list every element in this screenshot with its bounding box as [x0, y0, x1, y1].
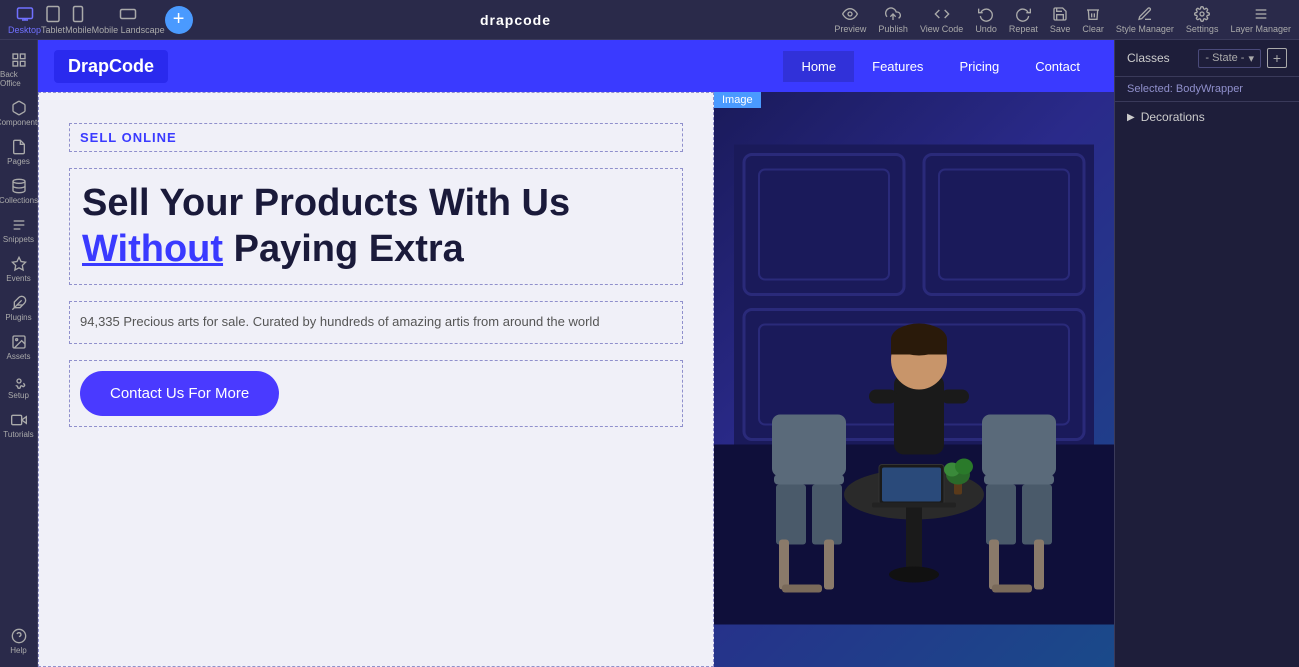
sidebar-item-back-office[interactable]: Back Office [0, 48, 37, 92]
nav-link-features[interactable]: Features [854, 51, 941, 82]
website-nav-links: Home Features Pricing Contact [783, 51, 1098, 82]
preview-button[interactable]: Preview [834, 6, 866, 34]
nav-link-contact[interactable]: Contact [1017, 51, 1098, 82]
decorations-toggle[interactable]: ▶ Decorations [1127, 110, 1287, 124]
state-label: - State - [1205, 52, 1244, 64]
add-component-button[interactable]: + [165, 6, 193, 34]
hero-content-left: SELL ONLINE Sell Your Products With Us W… [38, 92, 714, 667]
image-label: Image [714, 92, 761, 108]
preview-label: Preview [834, 24, 866, 34]
headline-text: Sell Your Products With Us Without Payin… [82, 181, 670, 272]
sidebar-item-events[interactable]: Events [0, 252, 37, 287]
scene-svg [714, 92, 1114, 667]
cta-block: Contact Us For More [69, 360, 683, 427]
headline-part1: Sell Your Products With Us [82, 182, 570, 224]
device-mobile[interactable]: Mobile [65, 5, 92, 35]
sell-online-label: SELL ONLINE [69, 123, 683, 152]
description-block: 94,335 Precious arts for sale. Curated b… [69, 301, 683, 344]
sidebar-item-assets[interactable]: Assets [0, 330, 37, 365]
cta-button[interactable]: Contact Us For More [80, 371, 279, 416]
headline-part2: Paying Extra [223, 228, 464, 270]
nav-link-home[interactable]: Home [783, 51, 854, 82]
device-tablet[interactable]: Tablet [41, 5, 65, 35]
device-tablet-label: Tablet [41, 25, 65, 35]
chevron-right-icon: ▶ [1127, 112, 1135, 123]
save-label: Save [1050, 24, 1071, 34]
view-code-button[interactable]: View Code [920, 6, 963, 34]
repeat-button[interactable]: Repeat [1009, 6, 1038, 34]
sidebar-item-collections[interactable]: Collections [0, 174, 37, 209]
sidebar-item-setup[interactable]: Setup [0, 369, 37, 404]
clear-button[interactable]: Clear [1082, 6, 1104, 34]
decorations-section: ▶ Decorations [1115, 102, 1299, 132]
headline-link[interactable]: Without [82, 228, 223, 270]
device-mobile-landscape[interactable]: Mobile Landscape [92, 5, 165, 35]
nav-link-pricing[interactable]: Pricing [941, 51, 1017, 82]
decorations-label: Decorations [1141, 110, 1205, 124]
add-class-button[interactable]: + [1267, 48, 1287, 68]
sidebar-item-pages[interactable]: Pages [0, 135, 37, 170]
hero-image-section: Image [714, 92, 1114, 667]
settings-label: Settings [1186, 24, 1219, 34]
headline-block: Sell Your Products With Us Without Payin… [69, 168, 683, 285]
top-toolbar: Desktop Tablet Mobile Mobile Landscape +… [0, 0, 1299, 40]
layer-manager-label: Layer Manager [1230, 24, 1291, 34]
sidebar-item-components[interactable]: Components [0, 96, 37, 131]
layer-manager-button[interactable]: Layer Manager [1230, 6, 1291, 34]
undo-button[interactable]: Undo [975, 6, 997, 34]
main-layout: Back Office Components Pages Collections… [0, 40, 1299, 667]
publish-button[interactable]: Publish [878, 6, 908, 34]
style-manager-button[interactable]: Style Manager [1116, 6, 1174, 34]
style-manager-label: Style Manager [1116, 24, 1174, 34]
sidebar-item-help[interactable]: Help [0, 624, 37, 659]
settings-button[interactable]: Settings [1186, 6, 1219, 34]
app-brand: drapcode [480, 12, 551, 28]
clear-label: Clear [1082, 24, 1104, 34]
device-mobile-label: Mobile [65, 25, 92, 35]
canvas-content: SELL ONLINE Sell Your Products With Us W… [38, 92, 1114, 667]
canvas-area: DrapCode Home Features Pricing Contact S… [38, 40, 1114, 667]
description-text: 94,335 Precious arts for sale. Curated b… [80, 312, 672, 333]
left-sidebar: Back Office Components Pages Collections… [0, 40, 38, 667]
selected-element-info: Selected: BodyWrapper [1115, 77, 1299, 102]
device-desktop-label: Desktop [8, 25, 41, 35]
website-brand: DrapCode [54, 50, 168, 83]
right-panel-header: Classes - State - ▾ + [1115, 40, 1299, 77]
save-button[interactable]: Save [1050, 6, 1071, 34]
publish-label: Publish [878, 24, 908, 34]
state-dropdown[interactable]: - State - ▾ [1198, 49, 1261, 68]
right-panel: Classes - State - ▾ + Selected: BodyWrap… [1114, 40, 1299, 667]
view-code-label: View Code [920, 24, 963, 34]
chevron-down-icon: ▾ [1248, 52, 1254, 65]
device-mobile-landscape-label: Mobile Landscape [92, 25, 165, 35]
repeat-label: Repeat [1009, 24, 1038, 34]
sidebar-item-snippets[interactable]: Snippets [0, 213, 37, 248]
scene-background [714, 92, 1114, 667]
device-desktop[interactable]: Desktop [8, 5, 41, 35]
undo-label: Undo [975, 24, 997, 34]
sidebar-item-plugins[interactable]: Plugins [0, 291, 37, 326]
toolbar-actions: Preview Publish View Code Undo Repeat Sa… [834, 6, 1291, 34]
right-panel-title: Classes [1127, 51, 1170, 65]
sidebar-item-tutorials[interactable]: Tutorials [0, 408, 37, 443]
website-navbar: DrapCode Home Features Pricing Contact [38, 40, 1114, 92]
